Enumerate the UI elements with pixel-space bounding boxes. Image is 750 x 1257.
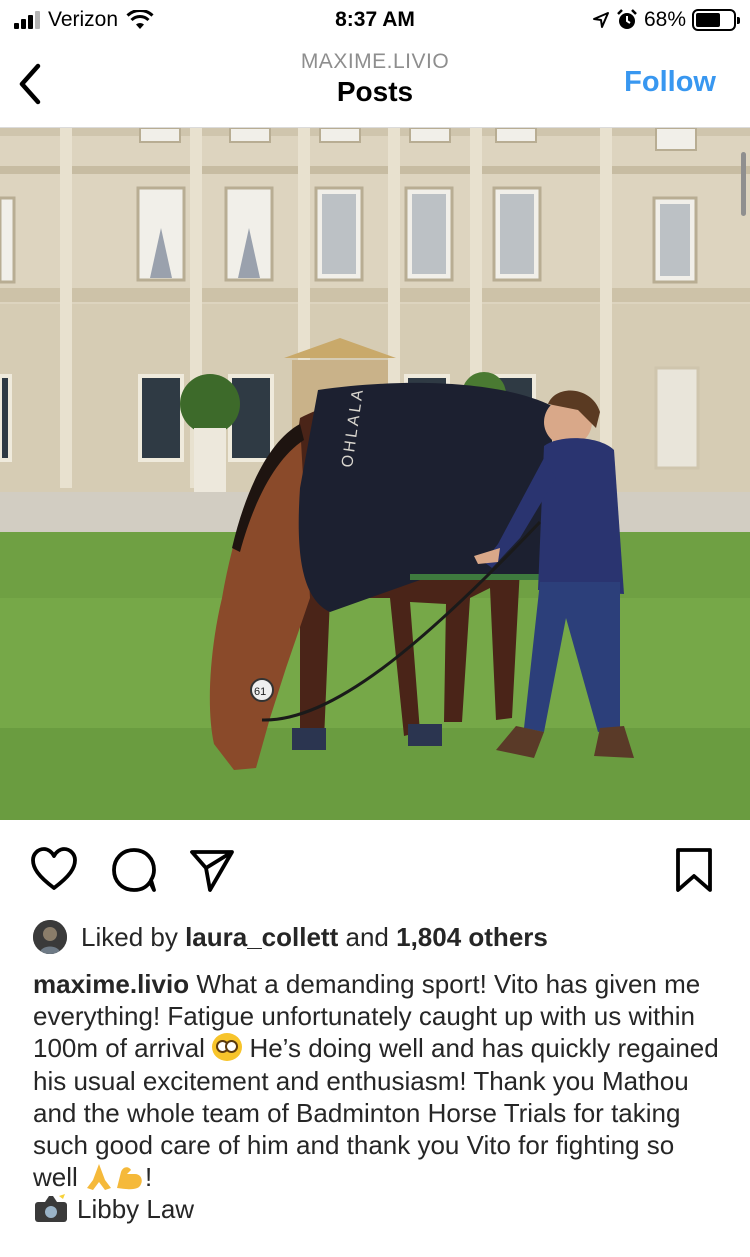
likes-prefix: Liked by — [81, 921, 178, 952]
bridle-number: 61 — [254, 686, 266, 698]
likes-middle: and — [345, 921, 389, 952]
flushed-face-emoji-icon — [212, 1033, 243, 1062]
liked-by-username[interactable]: laura_collett — [185, 922, 338, 953]
camera-flash-emoji-icon — [35, 1194, 67, 1223]
likes-summary[interactable]: Liked by laura_collett and 1,804 others — [33, 916, 548, 958]
comment-icon[interactable] — [110, 846, 158, 894]
photo-credit: Libby Law — [77, 1194, 195, 1225]
post-photo[interactable]: OHLALA 61 — [0, 128, 750, 820]
share-icon[interactable] — [188, 846, 236, 894]
heart-icon[interactable] — [30, 846, 78, 894]
caption-username[interactable]: maxime.livio — [33, 969, 189, 999]
battery-percent: 68% — [643, 8, 686, 31]
follow-button[interactable]: Follow — [624, 66, 716, 99]
scroll-indicator[interactable] — [741, 152, 746, 216]
post-caption: maxime.livio What a demanding sport! Vit… — [33, 968, 723, 1226]
avatar[interactable] — [33, 920, 67, 954]
flexed-biceps-emoji-icon — [117, 1167, 142, 1190]
header: MAXIME.LIVIO Posts Follow — [0, 40, 750, 128]
post-image: OHLALA 61 — [0, 128, 750, 820]
likes-count[interactable]: 1,804 others — [396, 922, 548, 953]
battery-icon — [692, 9, 740, 31]
folded-hands-emoji-icon — [87, 1164, 112, 1191]
bookmark-icon[interactable] — [670, 846, 718, 894]
alarm-icon — [617, 9, 637, 29]
status-bar: Verizon 8:37 AM 68% — [0, 0, 750, 40]
caption-text-3: ! — [145, 1162, 153, 1193]
post-action-bar — [0, 820, 750, 920]
status-right: 68% — [592, 8, 740, 32]
location-arrow-icon — [592, 12, 609, 28]
